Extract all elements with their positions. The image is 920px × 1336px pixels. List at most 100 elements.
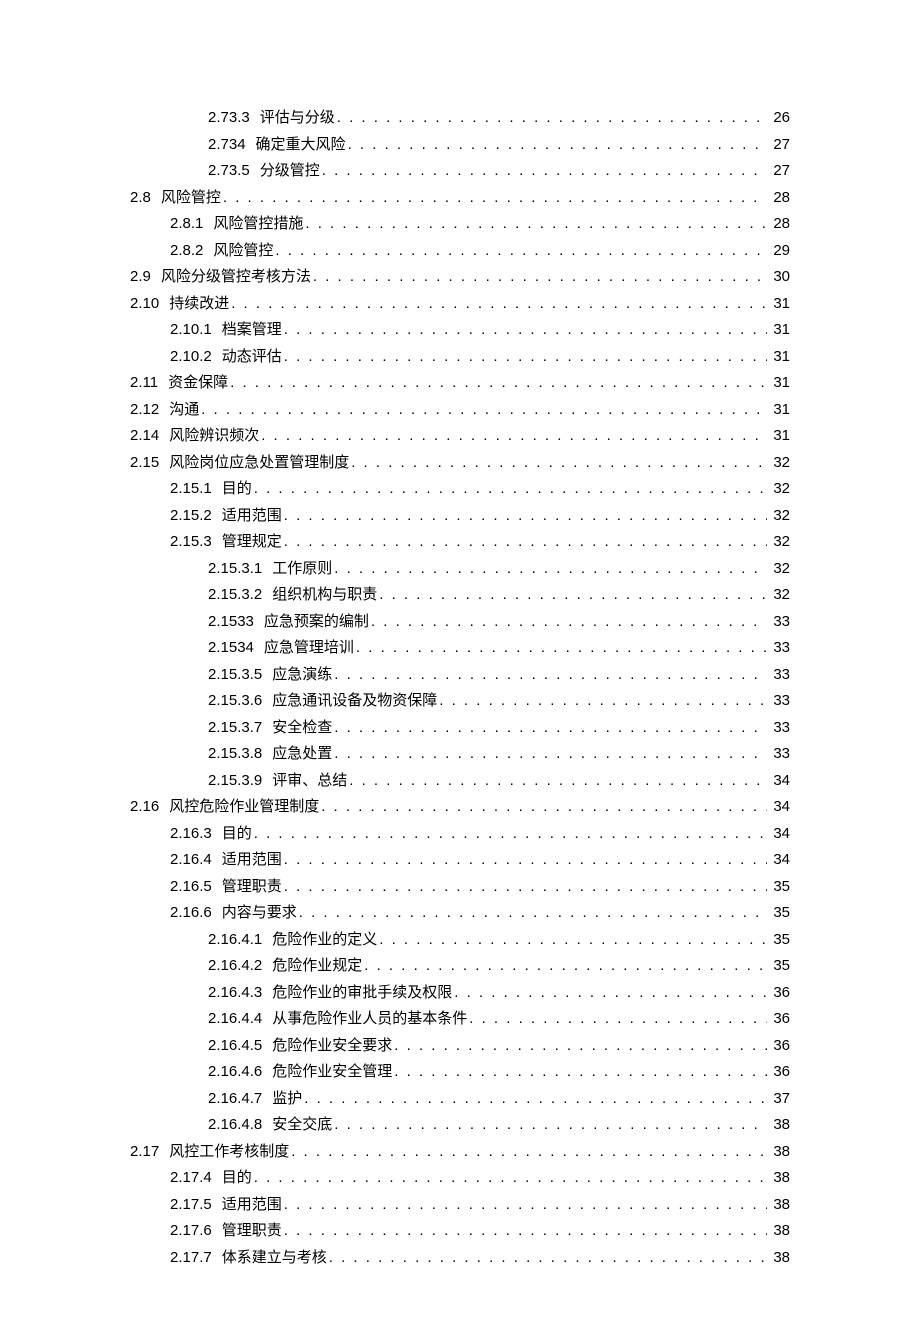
toc-page-number: 34 [769,773,790,788]
toc-section-title: 动态评估 [222,350,282,365]
toc-entry[interactable]: 2.17.6管理职责38 [130,1223,790,1239]
toc-section-number: 2.16 [130,799,169,814]
toc-leader-dots [284,322,768,337]
toc-section-number: 2.15.3.6 [208,693,272,708]
toc-entry[interactable]: 2.17.7体系建立与考核38 [130,1250,790,1266]
toc-entry[interactable]: 2.1534应急管理培训33 [130,640,790,656]
toc-section-number: 2.15.2 [170,508,222,523]
toc-entry[interactable]: 2.8.2风险管控29 [130,243,790,259]
toc-section-number: 2.1533 [208,614,264,629]
toc-section-number: 2.16.4.6 [208,1064,272,1079]
toc-entry[interactable]: 2.734确定重大风险27 [130,137,790,153]
toc-leader-dots [284,879,768,894]
toc-section-title: 内容与要求 [222,906,297,921]
toc-entry[interactable]: 2.16.4.6危险作业安全管理36 [130,1064,790,1080]
toc-page-number: 38 [769,1223,790,1238]
toc-leader-dots [284,1197,768,1212]
toc-entry[interactable]: 2.16.6内容与要求35 [130,905,790,921]
toc-section-title: 档案管理 [222,323,282,338]
toc-section-title: 持续改进 [169,297,229,312]
toc-entry[interactable]: 2.15.3.7安全检查33 [130,720,790,736]
toc-entry[interactable]: 2.1533应急预案的编制33 [130,614,790,630]
toc-entry[interactable]: 2.15.3管理规定32 [130,534,790,550]
toc-page-number: 31 [769,322,790,337]
toc-entry[interactable]: 2.16.4.1危险作业的定义35 [130,932,790,948]
toc-entry[interactable]: 2.16.4.4从事危险作业人员的基本条件36 [130,1011,790,1027]
toc-section-title: 风险分级管控考核方法 [161,270,311,285]
toc-entry[interactable]: 2.15.1目的32 [130,481,790,497]
toc-leader-dots [254,826,768,841]
toc-entry[interactable]: 2.16.4适用范围34 [130,852,790,868]
toc-entry[interactable]: 2.15.3.5应急演练33 [130,667,790,683]
toc-entry[interactable]: 2.9风险分级管控考核方法30 [130,269,790,285]
toc-entry[interactable]: 2.10持续改进31 [130,296,790,312]
toc-entry[interactable]: 2.17风控工作考核制度38 [130,1144,790,1160]
toc-page-number: 34 [769,799,790,814]
toc-page-number: 35 [769,958,790,973]
toc-entry[interactable]: 2.11资金保障31 [130,375,790,391]
toc-leader-dots [254,1170,768,1185]
toc-section-number: 2.15.3.7 [208,720,272,735]
toc-page-number: 35 [769,905,790,920]
toc-entry[interactable]: 2.16.4.3危险作业的审批手续及权限36 [130,985,790,1001]
toc-entry[interactable]: 2.16.4.7监护37 [130,1091,790,1107]
toc-section-title: 适用范围 [222,509,282,524]
toc-entry[interactable]: 2.16.3目的34 [130,826,790,842]
toc-section-number: 2.17.7 [170,1250,222,1265]
toc-section-title: 评审、总结 [272,774,347,789]
toc-leader-dots [284,1223,768,1238]
toc-entry[interactable]: 2.15.3.2组织机构与职责32 [130,587,790,603]
toc-entry[interactable]: 2.14风险辨识频次31 [130,428,790,444]
toc-entry[interactable]: 2.17.4目的38 [130,1170,790,1186]
toc-entry[interactable]: 2.15.3.1工作原则32 [130,561,790,577]
toc-entry[interactable]: 2.15.3.8应急处置33 [130,746,790,762]
toc-section-title: 危险作业规定 [272,959,362,974]
toc-leader-dots [201,402,767,417]
toc-entry[interactable]: 2.15.2适用范围 32 [130,508,790,524]
toc-section-title: 监护 [272,1092,302,1107]
toc-section-number: 2.8.2 [170,243,213,258]
toc-entry[interactable]: 2.16.5管理职责35 [130,879,790,895]
toc-entry[interactable]: 2.12沟通31 [130,402,790,418]
toc-entry[interactable]: 2.16风控危险作业管理制度34 [130,799,790,815]
toc-leader-dots [371,614,767,629]
toc-leader-dots [230,375,767,390]
toc-entry[interactable]: 2.8风险管控28 [130,190,790,206]
toc-entry[interactable]: 2.15.3.9评审、总结34 [130,773,790,789]
toc-page-number: 36 [769,1038,790,1053]
toc-entry[interactable]: 2.16.4.5危险作业安全要求36 [130,1038,790,1054]
toc-section-number: 2.16.4.7 [208,1091,272,1106]
toc-page-number: 33 [769,720,790,735]
toc-entry[interactable]: 2.16.4.8安全交底38 [130,1117,790,1133]
toc-section-number: 2.16.4 [170,852,222,867]
toc-entry[interactable]: 2.73.5分级管控27 [130,163,790,179]
toc-leader-dots [394,1064,767,1079]
toc-section-title: 危险作业安全管理 [272,1065,392,1080]
toc-leader-dots [291,1144,767,1159]
toc-entry[interactable]: 2.16.4.2危险作业规定35 [130,958,790,974]
toc-section-number: 2.17 [130,1144,169,1159]
toc-entry[interactable]: 2.15风险岗位应急处置管理制度32 [130,455,790,471]
toc-leader-dots [439,693,767,708]
toc-leader-dots [334,720,767,735]
toc-section-title: 体系建立与考核 [222,1251,327,1266]
toc-entry[interactable]: 2.17.5适用范围38 [130,1197,790,1213]
toc-section-title: 风控工作考核制度 [169,1145,289,1160]
toc-entry[interactable]: 2.10.1档案管理31 [130,322,790,338]
toc-entry[interactable]: 2.8.1风险管控措施28 [130,216,790,232]
toc-section-number: 2.15.3.8 [208,746,272,761]
toc-section-title: 从事危险作业人员的基本条件 [272,1012,467,1027]
toc-section-number: 2.1534 [208,640,264,655]
toc-entry[interactable]: 2.15.3.6应急通讯设备及物资保障33 [130,693,790,709]
toc-leader-dots [299,905,768,920]
toc-page-number: 32 [769,481,790,496]
toc-page-number: 31 [769,402,790,417]
toc-page-number: 36 [769,985,790,1000]
toc-page-number: 32 [769,508,790,523]
toc-section-number: 2.16.4.8 [208,1117,272,1132]
toc-section-number: 2.16.4.5 [208,1038,272,1053]
toc-entry[interactable]: 2.10.2动态评估31 [130,349,790,365]
toc-entry[interactable]: 2.73.3评估与分级26 [130,110,790,126]
toc-leader-dots [379,587,767,602]
toc-page-number: 33 [769,693,790,708]
